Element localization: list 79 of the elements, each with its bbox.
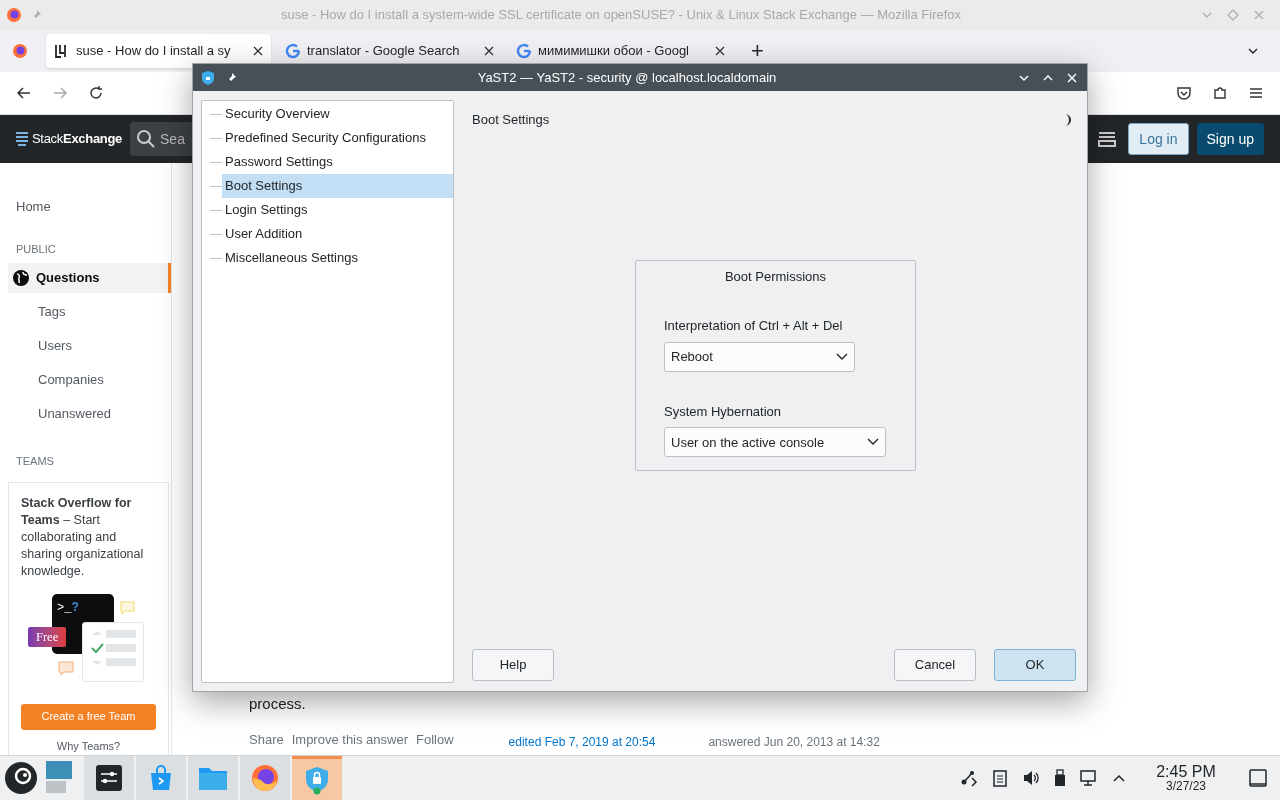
prompt-text: >_ [57,600,72,615]
tree-item[interactable]: Password Settings [222,150,453,174]
login-button[interactable]: Log in [1128,123,1189,155]
clock-time: 2:45 PM [1156,764,1216,780]
back-icon[interactable] [16,85,32,101]
site-logo[interactable]: StackExchange [32,129,123,149]
page-heading: Boot Settings [472,111,550,129]
inbox-icon[interactable] [1098,130,1117,148]
nav-item[interactable]: Unanswered [8,399,171,429]
group-title: Boot Permissions [724,267,827,286]
nav-item[interactable]: Tags [8,297,171,327]
nav-section-heading: TEAMS [15,454,55,469]
chevron-down-icon [836,352,848,361]
nav-item[interactable]: Companies [8,365,171,395]
answer-text: process. [249,695,307,713]
tree-item[interactable]: Login Settings [222,198,453,222]
signup-button[interactable]: Sign up [1196,123,1264,155]
field-label: Interpretation of Ctrl + Alt + Del [664,317,844,336]
teams-description: Stack Overflow for Teams – Start collaborating and sharing organizational knowledge. [21,494,145,580]
clock[interactable]: 2:45 PM 3/27/23 [1146,764,1226,792]
clock-date: 3/27/23 [1165,780,1206,792]
menu-icon[interactable] [1248,85,1264,101]
chat-icon [120,600,135,615]
dialog-button[interactable]: Cancel [894,649,976,681]
tree-item[interactable]: Miscellaneous Settings [222,246,453,270]
tree-item[interactable]: Boot Settings [222,174,453,198]
tree-item[interactable]: Predefined Security Configurations [222,126,453,150]
checklist-drawing [82,621,144,682]
shield-lock-icon [303,764,331,795]
post-action-link[interactable]: Improve this answer [291,730,409,750]
usb-drive-icon[interactable] [1054,769,1066,787]
new-tab-button[interactable]: + [739,40,776,62]
dialog-button[interactable]: Help [472,649,554,681]
window-title: suse - How do I install a system-wide SSL certificate on openSUSE? - Unix & Linux Stack Exchange — Mozilla Firefox [279,6,963,25]
pocket-icon[interactable] [1176,85,1192,101]
clipboard-icon[interactable] [992,769,1008,787]
reload-icon[interactable] [88,85,104,101]
nav-item[interactable]: Questions [8,263,171,293]
field-label: System Hybernation [664,402,783,421]
close-icon[interactable] [715,46,725,56]
question-mark: ? [71,599,79,614]
nav-link[interactable]: Home [0,197,171,217]
launcher-icon[interactable] [4,761,38,795]
volume-icon[interactable] [1022,769,1040,787]
chat-icon [58,660,74,676]
post-action-link[interactable]: Follow [416,730,454,750]
why-teams-link[interactable]: Why Teams? [56,737,121,754]
dialog-button[interactable]: OK [994,649,1076,681]
nav-item[interactable]: Users [8,331,171,361]
answered-date: answered Jun 20, 2013 at 14:32 [708,734,880,751]
close-icon[interactable] [484,46,494,56]
dropdown[interactable]: Reboot [664,341,855,372]
dialog-title: YaST2 — YaST2 - security @ localhost.localdomain [476,68,778,87]
post-action-link[interactable]: Share [249,730,284,750]
edited-link[interactable]: edited Feb 7, 2019 at 20:54 [508,733,656,751]
globe-icon [12,269,30,287]
firefox-icon [250,763,280,793]
nav-section-heading: PUBLIC [15,241,57,257]
google-icon [516,43,532,59]
free-badge: Free [28,626,67,648]
browser-tab[interactable]: translator - Google Search [277,34,502,68]
search-icon [136,129,157,149]
google-icon [285,43,301,59]
extensions-icon[interactable] [1212,85,1228,101]
network-icon[interactable] [1080,769,1098,787]
close-icon[interactable] [253,46,263,56]
chevron-down-icon [867,438,879,447]
shield-lock-icon [201,69,215,86]
dropdown[interactable]: User on the active console [664,427,886,458]
task-button[interactable] [84,756,134,800]
network-share-icon[interactable] [960,769,978,787]
browser-tab[interactable]: suse - How do I install a sy [46,34,271,68]
tree-item[interactable]: Security Overview [222,102,453,126]
show-desktop-icon[interactable] [1248,768,1268,788]
browser-tab[interactable]: мимимишки обои - Googl [508,34,733,68]
logo-icon[interactable] [16,132,28,146]
firefox-icon [6,7,22,23]
tree-item[interactable]: User Addition [222,222,453,246]
sliders-icon [95,764,123,792]
